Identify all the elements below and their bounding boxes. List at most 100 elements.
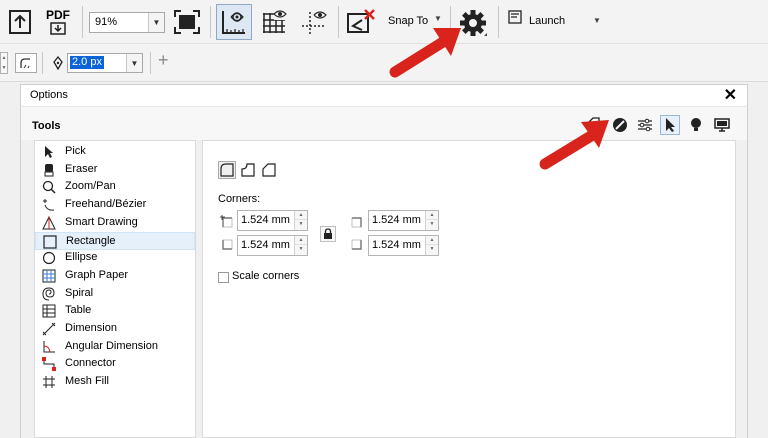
bottom-right-corner-value[interactable]: 1.524 mm (372, 239, 421, 251)
tool-item-label: Table (65, 304, 92, 317)
toolbar-separator (82, 6, 83, 38)
outline-width-combo[interactable]: 2.0 px ▼ (67, 53, 143, 73)
top-left-corner-icon (220, 215, 233, 228)
show-guidelines-icon[interactable] (298, 6, 330, 38)
chamfered-corner-icon[interactable] (260, 161, 278, 179)
tool-item-label: Ellipse (65, 251, 98, 264)
zoom-level-combo[interactable]: 91% ▼ (89, 12, 165, 33)
bottom-left-corner-field[interactable]: 1.524 mm ▲ ▼ (237, 235, 308, 256)
top-right-corner-value[interactable]: 1.524 mm (372, 214, 421, 226)
annotation-arrow (389, 28, 461, 78)
tool-item-graph-paper[interactable]: Graph Paper (35, 267, 195, 285)
spin-arrows[interactable]: ▲ ▼ (294, 211, 307, 230)
top-left-corner-field[interactable]: 1.524 mm ▲ ▼ (237, 210, 308, 231)
preferences-sliders-icon[interactable] (635, 115, 655, 135)
rectangle-icon (43, 234, 57, 249)
ellipse-icon (42, 251, 56, 265)
export-pdf-button[interactable]: PDF (42, 6, 74, 38)
bottom-right-corner-field[interactable]: 1.524 mm ▲ ▼ (368, 235, 439, 256)
table-icon (42, 304, 56, 318)
options-body: Pick Eraser Zoom/Pan Freehand/Bézier Smart D… (21, 140, 747, 438)
tools-pointer-icon[interactable] (660, 115, 680, 135)
zoom-level-value: 91% (95, 16, 118, 28)
tool-item-label: Eraser (65, 162, 98, 175)
tool-item-eraser[interactable]: Eraser (35, 161, 195, 179)
tool-item-label: Pick (65, 145, 86, 157)
tool-item-angular-dimension[interactable]: Angular Dimension (35, 338, 195, 356)
dialog-title: Options (30, 89, 68, 101)
section-title: Tools (32, 120, 61, 132)
eraser-icon (42, 163, 56, 177)
add-icon[interactable]: + (158, 50, 169, 71)
bottom-left-corner-icon (222, 239, 233, 250)
mesh-fill-icon (42, 375, 56, 389)
tool-item-pick[interactable]: Pick (35, 143, 195, 161)
corner-round-icon[interactable] (15, 53, 37, 73)
import-icon[interactable] (6, 8, 34, 36)
spin-control-icon[interactable]: ▲ ▼ (0, 52, 8, 74)
freehand-icon (42, 198, 56, 212)
tool-item-label: Connector (65, 357, 116, 370)
pick-arrow-icon (42, 145, 56, 159)
spin-arrows[interactable]: ▲ ▼ (425, 236, 438, 255)
close-icon[interactable]: ✕ (724, 85, 737, 105)
outline-width-value[interactable]: 2.0 px (70, 56, 104, 69)
tool-item-connector[interactable]: Connector (35, 355, 195, 373)
snap-off-icon[interactable] (345, 6, 377, 38)
tool-item-label: Smart Drawing (65, 215, 138, 228)
show-rulers-icon[interactable] (216, 4, 252, 40)
tool-item-zoom-pan[interactable]: Zoom/Pan (35, 178, 195, 196)
tool-item-label: Angular Dimension (65, 339, 158, 352)
property-bar: ▲ ▼ 2.0 px ▼ + (0, 44, 768, 82)
standard-toolbar: PDF 91% ▼ Snap To ▼ Launch ▼ (0, 0, 768, 44)
toolbar-separator (150, 52, 151, 74)
annotation-arrow (539, 120, 609, 170)
tool-item-label: Zoom/Pan (65, 180, 116, 193)
chevron-down-icon[interactable]: ▼ (593, 16, 601, 25)
customization-bulb-icon[interactable] (686, 115, 706, 135)
launch-label[interactable]: Launch (529, 15, 565, 27)
scalloped-corner-icon[interactable] (239, 161, 257, 179)
pdf-label: PDF (46, 8, 70, 22)
spin-arrows[interactable]: ▲ ▼ (294, 236, 307, 255)
tool-item-dimension[interactable]: Dimension (35, 320, 195, 338)
top-right-corner-field[interactable]: 1.524 mm ▲ ▼ (368, 210, 439, 231)
corners-label: Corners: (218, 193, 261, 205)
tool-item-label: Rectangle (66, 234, 116, 247)
tool-item-spiral[interactable]: Spiral (35, 285, 195, 303)
dimension-icon (42, 322, 56, 336)
tool-item-label: Mesh Fill (65, 375, 110, 388)
options-dialog: Options ✕ Tools Pick Eraser Zoom/Pan Freeha… (20, 84, 748, 438)
display-monitor-icon[interactable] (712, 115, 732, 135)
top-right-corner-icon (351, 217, 362, 228)
show-grid-icon[interactable] (258, 6, 290, 38)
tool-item-label: Spiral (65, 286, 94, 299)
scale-corners-label[interactable]: Scale corners (232, 270, 299, 282)
spin-arrows[interactable]: ▲ ▼ (425, 211, 438, 230)
zoom-icon (42, 180, 56, 194)
scale-corners-checkbox[interactable] (218, 272, 229, 283)
pdf-export-icon (50, 22, 66, 35)
rectangle-settings-panel: Corners: 1.524 mm ▲ ▼ 1.524 mm ▲ ▼ 1.524 m… (202, 140, 736, 438)
options-header: Tools (21, 106, 747, 140)
tool-item-rectangle[interactable]: Rectangle (35, 231, 195, 250)
bottom-left-corner-value[interactable]: 1.524 mm (241, 239, 290, 251)
lock-icon[interactable] (320, 226, 336, 242)
bottom-right-corner-icon (351, 239, 362, 250)
tool-item-smart-drawing[interactable]: Smart Drawing (35, 214, 195, 232)
chevron-down-icon[interactable]: ▼ (126, 54, 142, 72)
tool-item-ellipse[interactable]: Ellipse (35, 249, 195, 267)
round-corner-icon[interactable] (218, 161, 236, 179)
toolbar-separator (338, 6, 339, 38)
tool-item-label: Graph Paper (65, 268, 128, 281)
full-screen-preview-icon[interactable] (172, 8, 202, 36)
tool-item-mesh-fill[interactable]: Mesh Fill (35, 373, 195, 391)
tool-item-freehand-b-zier[interactable]: Freehand/Bézier (35, 196, 195, 214)
top-left-corner-value[interactable]: 1.524 mm (241, 214, 290, 226)
tool-item-label: Freehand/Bézier (65, 198, 147, 211)
tool-item-table[interactable]: Table (35, 302, 195, 320)
launch-app-icon[interactable] (507, 9, 523, 25)
graph-paper-icon (42, 269, 56, 283)
chevron-down-icon[interactable]: ▼ (148, 13, 164, 32)
toolbar-separator (42, 52, 43, 74)
